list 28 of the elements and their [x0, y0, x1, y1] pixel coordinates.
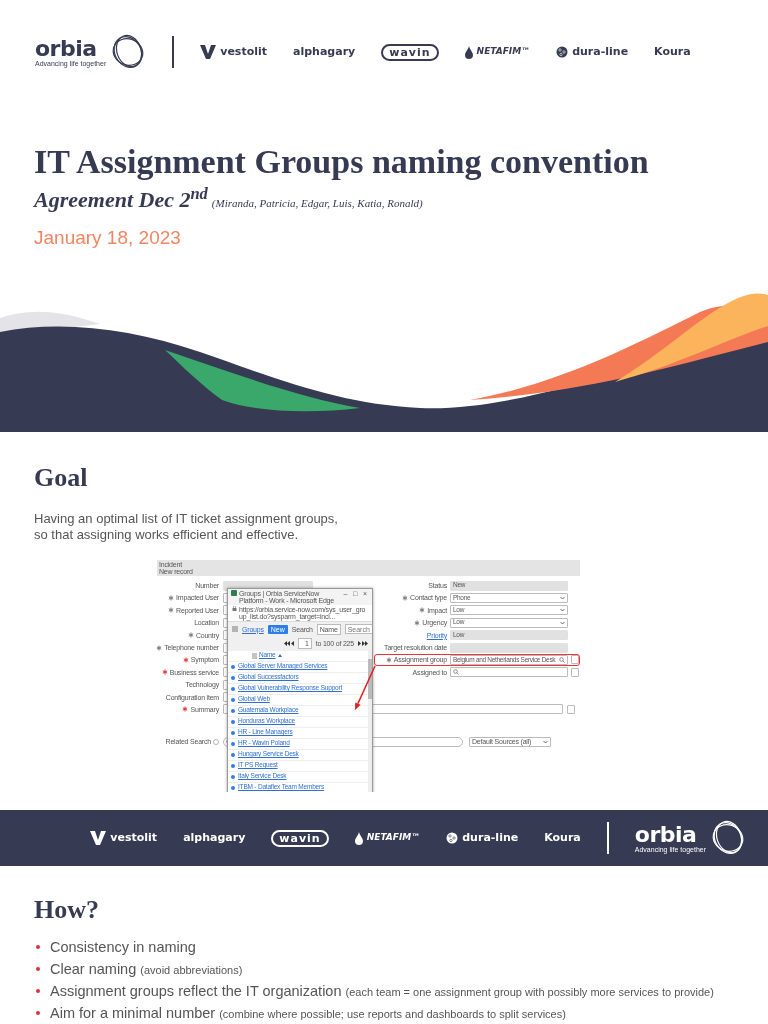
brand-name: vestolit	[220, 43, 267, 60]
brand-name: vestolit	[110, 829, 158, 846]
bullet-text: Consistency in naming	[50, 938, 196, 958]
slide-heading: How?	[34, 894, 100, 926]
brand-name: alphagary	[183, 829, 246, 846]
brand-name: NETAFIM™	[366, 831, 421, 845]
slide-heading: Goal	[34, 462, 89, 494]
bullet-note: (avoid abbreviations)	[140, 963, 243, 979]
goal-paragraph: Having an optimal list of IT ticket assignment groups, so that assigning works efficient and effective.	[34, 511, 339, 544]
slide-date: January 18, 2023	[34, 225, 182, 250]
brand-name: alphagary	[293, 43, 356, 60]
bullet-note: (each team = one assignment group with possibly more services to provide)	[345, 985, 714, 1001]
bullet-text: Assignment groups reflect the IT organization	[50, 982, 342, 1002]
bullet-text: Aim for a minimal number	[50, 1004, 216, 1024]
brand-name: wavin	[381, 43, 439, 61]
brand-name: Koura	[654, 43, 691, 60]
bullet-text: Clear naming	[50, 960, 137, 980]
brand-name: wavin	[271, 829, 329, 847]
slide-title: IT Assignment Groups naming convention	[34, 142, 650, 182]
brand-name: orbia	[35, 37, 98, 60]
brand-name: orbia	[634, 823, 698, 846]
brand-name: Koura	[544, 829, 581, 846]
brand-name: NETAFIM™	[476, 45, 531, 59]
slide-subtitle: Agreement Dec 2$^{nd}$	[34, 182, 208, 214]
brand-name: dura-line	[572, 43, 629, 60]
attendee-list: (Miranda, Patricia, Edgar, Luis, Katia, Ronald)	[211, 194, 423, 212]
bullet-note: (combine where possible; use reports and dashboards to split services)	[219, 1007, 566, 1023]
brand-name: dura-line	[462, 829, 519, 846]
